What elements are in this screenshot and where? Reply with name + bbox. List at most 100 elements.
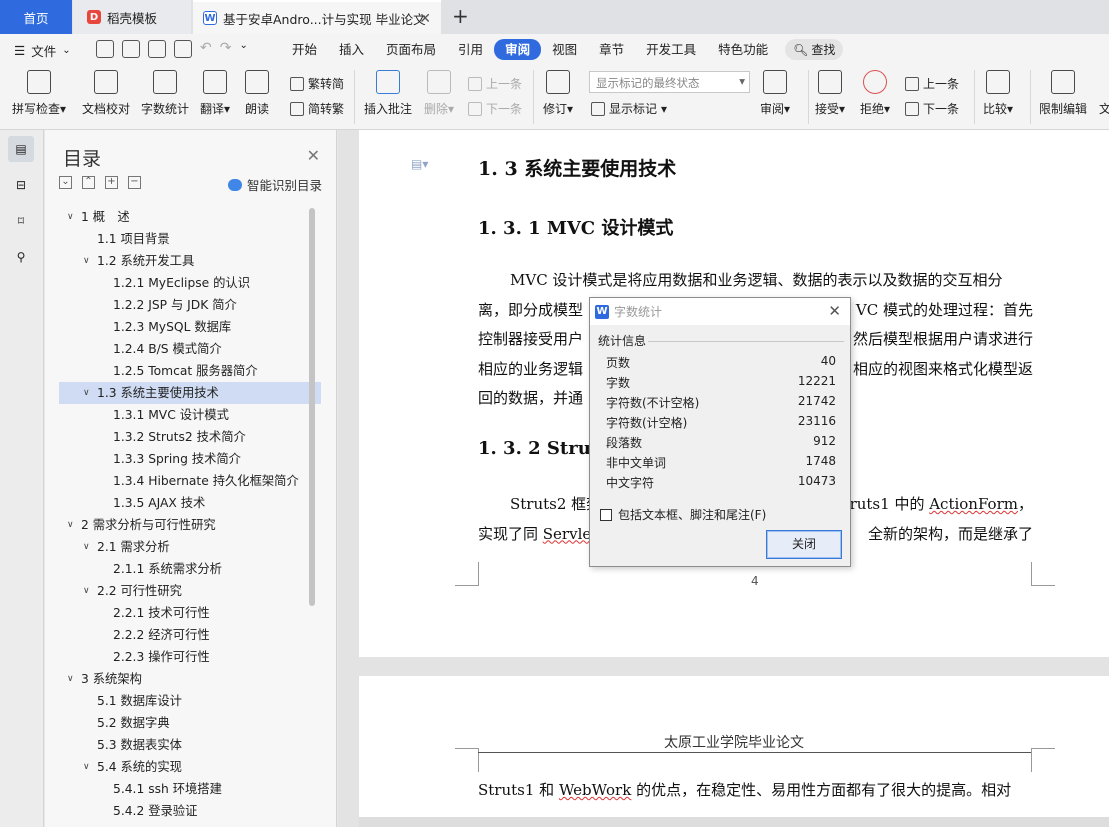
toc-item[interactable]: ∨ 3 系统架构 bbox=[59, 668, 321, 690]
toc-rail-button[interactable]: ▤ bbox=[8, 136, 34, 162]
add-heading-icon[interactable]: + bbox=[105, 176, 118, 189]
toc-item[interactable]: 1.3.4 Hibernate 持久化框架简介 bbox=[59, 470, 321, 492]
show-markup-button[interactable]: 显示标记 ▾ bbox=[591, 100, 667, 117]
chevron-down-icon[interactable]: ∨ bbox=[83, 756, 90, 778]
translate-button[interactable]: 翻译▾ bbox=[200, 70, 230, 117]
doc-proof-button[interactable]: 文档校对 bbox=[82, 70, 130, 117]
chevron-down-icon[interactable]: ∨ bbox=[67, 514, 74, 536]
spell-check-button[interactable]: 拼写检查▾ bbox=[12, 70, 66, 117]
prev-comment-button[interactable]: 上一条 bbox=[468, 75, 522, 92]
print-icon[interactable] bbox=[148, 40, 166, 58]
toc-item[interactable]: 1.2.4 B/S 模式简介 bbox=[59, 338, 321, 360]
toc-item[interactable]: 5.2 数据字典 bbox=[59, 712, 321, 734]
prev-change-button[interactable]: 上一条 bbox=[905, 75, 959, 92]
tab-developer[interactable]: 开发工具 bbox=[635, 39, 707, 60]
tab-insert[interactable]: 插入 bbox=[328, 39, 375, 60]
compare-button[interactable]: 比较▾ bbox=[983, 70, 1013, 117]
redo-icon[interactable]: ↷ bbox=[220, 40, 232, 58]
review-pane-button[interactable]: 审阅▾ bbox=[760, 70, 790, 117]
chevron-down-icon[interactable]: ∨ bbox=[83, 580, 90, 602]
print-preview-icon[interactable] bbox=[174, 40, 192, 58]
toc-item[interactable]: 5.1 数据库设计 bbox=[59, 690, 321, 712]
toc-item[interactable]: 1.2.3 MySQL 数据库 bbox=[59, 316, 321, 338]
more-button[interactable]: 文 bbox=[1099, 70, 1109, 117]
expand-all-icon[interactable]: ⌄ bbox=[59, 176, 72, 189]
toc-scrollbar[interactable] bbox=[309, 208, 315, 606]
toc-item[interactable]: 2.2.2 经济可行性 bbox=[59, 624, 321, 646]
include-textbox-checkbox[interactable]: 包括文本框、脚注和尾注(F) bbox=[600, 506, 766, 523]
toc-item[interactable]: 1.2.2 JSP 与 JDK 简介 bbox=[59, 294, 321, 316]
bookmark-rail-button[interactable]: ⌑ bbox=[8, 208, 34, 234]
toc-item[interactable]: 1.3.5 AJAX 技术 bbox=[59, 492, 321, 514]
tab-start[interactable]: 开始 bbox=[281, 39, 328, 60]
toc-item[interactable]: ∨ 1.2 系统开发工具 bbox=[59, 250, 321, 272]
tab-features[interactable]: 特色功能 bbox=[707, 39, 779, 60]
toc-item[interactable]: 1.3.1 MVC 设计模式 bbox=[59, 404, 321, 426]
trad-to-simp-button[interactable]: 繁转简 bbox=[290, 75, 344, 92]
search-button[interactable]: 🔍︎ 查找 bbox=[785, 39, 844, 60]
simp-to-trad-button[interactable]: 简转繁 bbox=[290, 100, 344, 117]
chevron-down-icon[interactable]: ∨ bbox=[83, 382, 90, 404]
new-tab-icon[interactable]: + bbox=[452, 4, 469, 28]
close-icon[interactable]: ✕ bbox=[307, 146, 320, 165]
toc-item[interactable]: 1.3.2 Struts2 技术简介 bbox=[59, 426, 321, 448]
chevron-down-icon[interactable]: ∨ bbox=[83, 250, 90, 272]
chevron-down-icon[interactable]: ∨ bbox=[83, 536, 90, 558]
restrict-edit-button[interactable]: 限制编辑 bbox=[1039, 70, 1087, 117]
toc-item[interactable]: 5.4.1 ssh 环境搭建 bbox=[59, 778, 321, 800]
chevron-down-icon[interactable]: ∨ bbox=[67, 206, 74, 228]
toc-item[interactable]: ∨ 5.4 系统的实现 bbox=[59, 756, 321, 778]
tab-chapter[interactable]: 章节 bbox=[588, 39, 635, 60]
toc-item[interactable]: 2.1.1 系统需求分析 bbox=[59, 558, 321, 580]
nav-rail-button[interactable]: ⊟ bbox=[8, 172, 34, 198]
accept-button[interactable]: 接受▾ bbox=[815, 70, 845, 117]
toc-item[interactable]: 1.2.1 MyEclipse 的认识 bbox=[59, 272, 321, 294]
document-page[interactable]: 太原工业学院毕业论文 Struts1 和 WebWork 的优点，在稳定性、易用… bbox=[359, 676, 1109, 827]
toc-item[interactable]: ∨ 2 需求分析与可行性研究 bbox=[59, 514, 321, 536]
toc-item[interactable]: 1.1 项目背景 bbox=[59, 228, 321, 250]
close-icon[interactable]: ✕ bbox=[828, 302, 841, 320]
insert-comment-button[interactable]: 插入批注 bbox=[364, 70, 412, 117]
undo-icon[interactable]: ↶ bbox=[200, 40, 212, 58]
customize-icon[interactable]: ⌄ bbox=[239, 40, 247, 58]
toc-item[interactable]: ∨ 2.2 可行性研究 bbox=[59, 580, 321, 602]
read-aloud-button[interactable]: 朗读 bbox=[245, 70, 269, 117]
toc-item[interactable]: 1.2.5 Tomcat 服务器简介 bbox=[59, 360, 321, 382]
toc-item[interactable]: ∨ 2.1 需求分析 bbox=[59, 536, 321, 558]
next-change-button[interactable]: 下一条 bbox=[905, 100, 959, 117]
find-rail-button[interactable]: ⚲ bbox=[8, 244, 34, 270]
tab-home[interactable]: 首页 bbox=[0, 0, 72, 34]
tab-view[interactable]: 视图 bbox=[541, 39, 588, 60]
toc-item[interactable]: ∨ 1.3 系统主要使用技术 bbox=[59, 382, 321, 404]
reject-button[interactable]: 拒绝▾ bbox=[860, 70, 890, 117]
revise-button[interactable]: 修订▾ bbox=[543, 70, 573, 117]
delete-comment-button[interactable]: 删除▾ bbox=[424, 70, 454, 117]
word-count-button[interactable]: 字数统计 bbox=[141, 70, 189, 117]
save-icon[interactable] bbox=[96, 40, 114, 58]
chevron-down-icon[interactable]: ∨ bbox=[67, 668, 74, 690]
toc-item[interactable]: 2.2.1 技术可行性 bbox=[59, 602, 321, 624]
collapse-all-icon[interactable]: ⌃ bbox=[82, 176, 95, 189]
toc-item[interactable]: 2.2.3 操作可行性 bbox=[59, 646, 321, 668]
tab-page-layout[interactable]: 页面布局 bbox=[375, 39, 447, 60]
file-menu[interactable]: ☰ 文件 ⌄ bbox=[14, 41, 71, 60]
toc-item[interactable]: 5.3 数据表实体 bbox=[59, 734, 321, 756]
tab-references[interactable]: 引用 bbox=[447, 39, 494, 60]
toc-item[interactable]: 1.3.3 Spring 技术简介 bbox=[59, 448, 321, 470]
close-tab-icon[interactable]: ✕ bbox=[419, 11, 431, 27]
close-button[interactable]: 关闭 bbox=[766, 530, 842, 559]
toc-item[interactable]: 5.4.2 登录验证 bbox=[59, 800, 321, 822]
paragraph-marker-icon[interactable]: ▤▾ bbox=[411, 157, 428, 171]
horizontal-scrollbar[interactable] bbox=[359, 817, 1109, 827]
tab-template[interactable]: D 稻壳模板 bbox=[73, 0, 191, 34]
toc-item[interactable]: ∨ 1 概 述 bbox=[59, 206, 321, 228]
markup-mode-select[interactable]: 显示标记的最终状态 bbox=[589, 71, 750, 93]
dialog-title-bar[interactable]: W 字数统计 ✕ bbox=[590, 298, 850, 325]
smart-toc-button[interactable]: 智能识别目录 bbox=[227, 175, 322, 194]
tab-review[interactable]: 审阅 bbox=[494, 39, 542, 60]
remove-heading-icon[interactable]: − bbox=[128, 176, 141, 189]
next-comment-button[interactable]: 下一条 bbox=[468, 100, 522, 117]
export-icon[interactable] bbox=[122, 40, 140, 58]
tab-document[interactable]: W 基于安卓Andro...计与实现 毕业论文 ✕ bbox=[193, 0, 441, 34]
checkbox-box[interactable] bbox=[600, 508, 612, 521]
